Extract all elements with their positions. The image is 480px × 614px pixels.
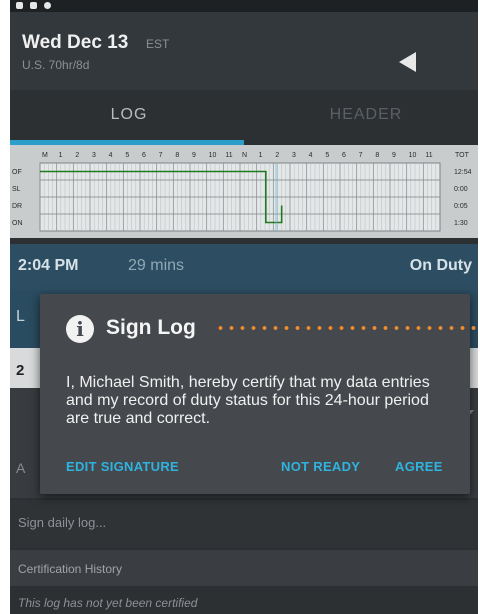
certification-history-title: Certification History — [18, 562, 123, 576]
event-row-label: A — [16, 460, 26, 476]
graph-hour-label: 9 — [192, 152, 196, 159]
graph-hour-label: M — [42, 152, 48, 159]
graph-hour-label: 7 — [159, 152, 163, 159]
not-ready-button[interactable]: NOT READY — [281, 459, 360, 474]
current-time-marker — [275, 163, 278, 231]
status-start-time: 2:04 PM — [18, 257, 79, 274]
tab-log[interactable]: LOG — [102, 106, 156, 124]
graph-row-total: 1:30 — [454, 220, 468, 227]
sign-daily-log-row[interactable]: Sign daily log... — [10, 500, 478, 548]
graph-hour-label: 8 — [375, 152, 379, 159]
graph-hour-label: N — [242, 152, 247, 159]
graph-hour-label: 8 — [175, 152, 179, 159]
graph-hour-label: 2 — [75, 152, 79, 159]
graph-row-label: OF — [12, 169, 22, 176]
graph-hour-label: 11 — [425, 152, 432, 159]
certification-empty-text: This log has not yet been certified — [18, 596, 198, 610]
graph-hour-label: 10 — [409, 152, 417, 159]
graph-row-total: 12:54 — [454, 169, 472, 176]
graph-hour-label: 5 — [125, 152, 129, 159]
sign-log-dialog: i Sign Log I, Michael Smith, hereby cert… — [40, 294, 470, 494]
graph-row-total: 0:05 — [454, 203, 468, 210]
graph-hour-label: 4 — [109, 152, 113, 159]
notification-icon — [16, 2, 23, 9]
sign-daily-log-label: Sign daily log... — [18, 515, 107, 530]
graph-hour-label: 10 — [209, 152, 217, 159]
notification-icon — [30, 2, 37, 9]
tab-header[interactable]: HEADER — [316, 106, 416, 124]
cycle-rule-label: U.S. 70hr/8d — [22, 58, 90, 72]
graph-hour-label: 4 — [309, 152, 313, 159]
graph-row-label: ON — [12, 220, 23, 227]
graph-row-label: SL — [12, 186, 21, 193]
certification-empty-row: This log has not yet been certified — [10, 586, 478, 614]
graph-row-label: DR — [12, 203, 22, 210]
status-name: On Duty — [409, 257, 472, 274]
graph-hour-label: 7 — [359, 152, 363, 159]
graph-hour-label: 1 — [59, 152, 63, 159]
graph-hour-label: 6 — [142, 152, 146, 159]
callout-dotted-line — [215, 326, 477, 330]
graph-hour-label: 3 — [292, 152, 296, 159]
graph-hour-label: 6 — [342, 152, 346, 159]
graph-row-total: 0:00 — [454, 186, 468, 193]
system-status-bar — [10, 0, 478, 12]
dialog-certification-text: I, Michael Smith, hereby certify that my… — [66, 374, 430, 427]
agree-button[interactable]: AGREE — [395, 459, 443, 474]
status-duration: 29 mins — [128, 257, 185, 274]
event-row-label: 2 — [16, 362, 25, 379]
graph-hour-label: 11 — [225, 152, 232, 159]
duty-status-graph[interactable]: M 1 2 3 4 5 6 7 8 9 10 11 N 1 2 3 4 5 6 7 8 9 10 11 TOT OF 12:54 SL… — [10, 145, 478, 238]
log-date: Wed Dec 13 — [22, 32, 129, 53]
graph-total-header: TOT — [455, 152, 470, 159]
timezone-label: EST — [146, 37, 170, 51]
back-arrow-icon[interactable] — [399, 52, 416, 72]
dialog-title: Sign Log — [106, 316, 196, 339]
phone-screen: Wed Dec 13 EST U.S. 70hr/8d LOG HEADER M… — [10, 0, 478, 614]
graph-hour-label: 2 — [275, 152, 279, 159]
info-icon: i — [66, 315, 94, 343]
current-status-row[interactable]: 2:04 PM 29 mins On Duty — [10, 244, 478, 290]
graph-hour-label: 9 — [392, 152, 396, 159]
graph-hour-label: 1 — [259, 152, 263, 159]
graph-hour-label: 5 — [325, 152, 329, 159]
log-header: Wed Dec 13 EST U.S. 70hr/8d — [10, 12, 478, 90]
edit-signature-button[interactable]: EDIT SIGNATURE — [66, 459, 179, 474]
event-row-label: L — [16, 308, 25, 325]
tab-bar: LOG HEADER — [10, 90, 478, 145]
duty-graph-svg: M 1 2 3 4 5 6 7 8 9 10 11 N 1 2 3 4 5 6 7 8 9 10 11 TOT OF 12:54 SL… — [12, 152, 472, 232]
certification-history-header: Certification History — [10, 550, 478, 586]
notification-icon — [44, 2, 51, 9]
graph-hour-label: 3 — [92, 152, 96, 159]
